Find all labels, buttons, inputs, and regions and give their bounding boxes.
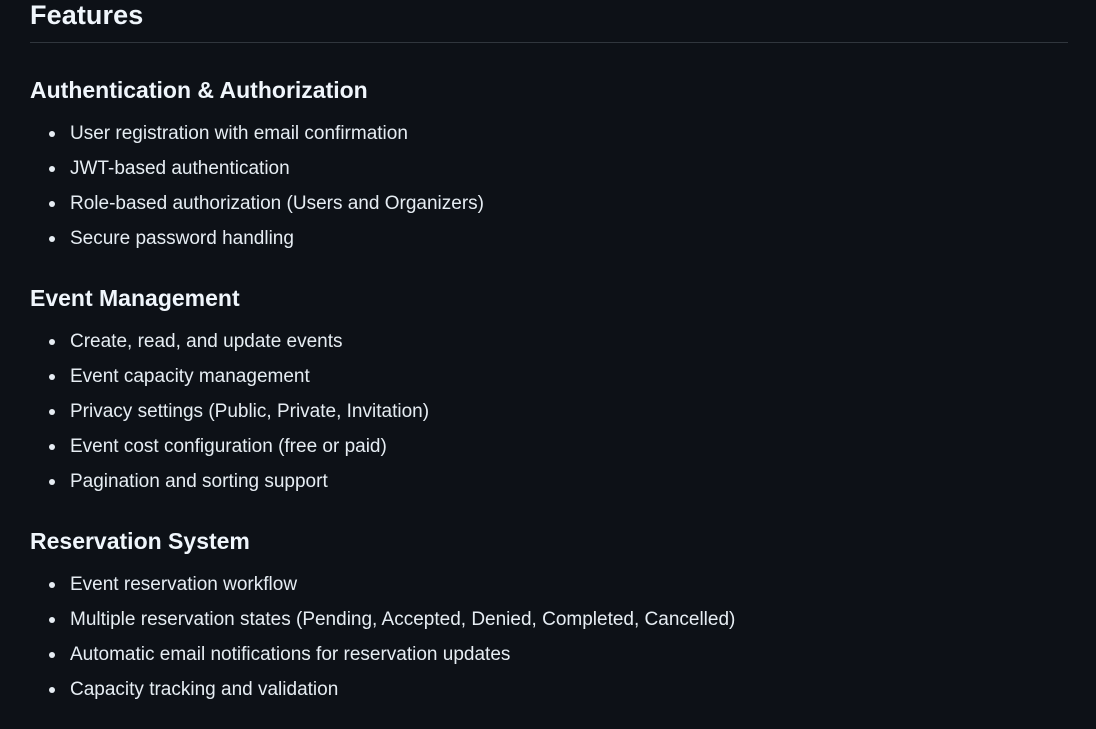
bullet-icon (49, 374, 55, 380)
bullet-icon (49, 687, 55, 693)
section-event-management: Event Management Create, read, and updat… (30, 284, 1068, 505)
list-item-text: Role-based authorization (Users and Orga… (70, 193, 484, 214)
list-item-text: Multiple reservation states (Pending, Ac… (70, 609, 736, 630)
feature-list: User registration with email confirmatio… (30, 122, 1068, 262)
bullet-icon (49, 409, 55, 415)
section-reservation-system: Reservation System Event reservation wor… (30, 527, 1068, 713)
list-item: Create, read, and update events (30, 330, 1068, 365)
list-item: Capacity tracking and validation (30, 678, 1068, 713)
features-heading: Features (30, 0, 144, 30)
list-item-text: Pagination and sorting support (70, 471, 328, 492)
bullet-icon (49, 582, 55, 588)
heading-divider (30, 42, 1068, 43)
bullet-icon (49, 479, 55, 485)
list-item-text: User registration with email confirmatio… (70, 123, 408, 144)
list-item: Event reservation workflow (30, 573, 1068, 608)
list-item-text: Automatic email notifications for reserv… (70, 644, 511, 665)
list-item: Privacy settings (Public, Private, Invit… (30, 400, 1068, 435)
list-item-text: Event reservation workflow (70, 574, 298, 595)
list-item: User registration with email confirmatio… (30, 122, 1068, 157)
list-item: Automatic email notifications for reserv… (30, 643, 1068, 678)
bullet-icon (49, 617, 55, 623)
list-item-text: Create, read, and update events (70, 331, 343, 352)
list-item-text: Event cost configuration (free or paid) (70, 436, 387, 457)
list-item: Multiple reservation states (Pending, Ac… (30, 608, 1068, 643)
section-heading: Authentication & Authorization (30, 77, 368, 103)
section-heading: Event Management (30, 285, 240, 311)
list-item: Event capacity management (30, 365, 1068, 400)
list-item: JWT-based authentication (30, 157, 1068, 192)
bullet-icon (49, 166, 55, 172)
list-item: Event cost configuration (free or paid) (30, 435, 1068, 470)
feature-list: Event reservation workflow Multiple rese… (30, 573, 1068, 713)
list-item: Role-based authorization (Users and Orga… (30, 192, 1068, 227)
readme-content: Features Authentication & Authorization … (30, 0, 1068, 729)
bullet-icon (49, 236, 55, 242)
bullet-icon (49, 444, 55, 450)
feature-list: Create, read, and update events Event ca… (30, 330, 1068, 505)
bullet-icon (49, 652, 55, 658)
bullet-icon (49, 339, 55, 345)
list-item: Pagination and sorting support (30, 470, 1068, 505)
list-item-text: JWT-based authentication (70, 158, 290, 179)
list-item-text: Secure password handling (70, 228, 294, 249)
section-heading: Reservation System (30, 528, 250, 554)
bullet-icon (49, 131, 55, 137)
bullet-icon (49, 201, 55, 207)
list-item-text: Privacy settings (Public, Private, Invit… (70, 401, 430, 422)
list-item: Secure password handling (30, 227, 1068, 262)
list-item-text: Event capacity management (70, 366, 310, 387)
section-authentication: Authentication & Authorization User regi… (30, 76, 1068, 262)
list-item-text: Capacity tracking and validation (70, 679, 339, 700)
